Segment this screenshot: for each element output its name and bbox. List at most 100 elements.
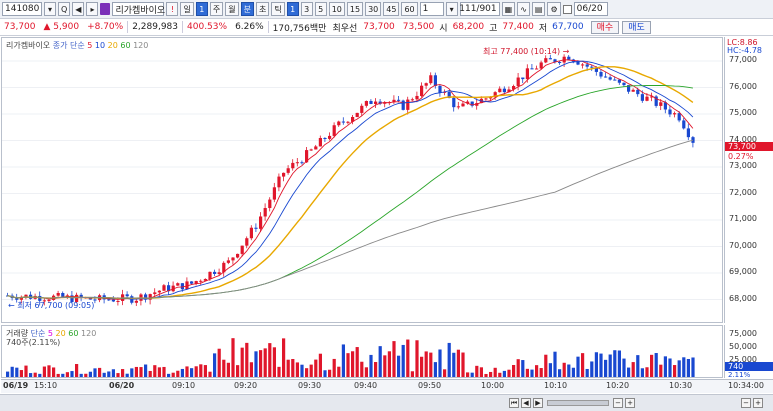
candle [691,137,695,143]
volume-bar [650,354,654,377]
first-page-icon[interactable]: ⏮ [509,398,519,408]
buy-button[interactable]: 매수 [590,20,620,34]
candle [640,94,644,101]
last-price-tag: 73,700 [725,142,773,151]
volume-bar [88,371,92,377]
volume-bar [374,362,378,377]
low-annotation: ← 최저 67,700 (09:05) [8,301,95,310]
time-label: 09:10 [172,381,196,390]
candle [659,102,663,106]
zoom-out-icon[interactable]: − [613,398,623,408]
tab-week[interactable]: 주 [209,2,224,16]
dropdown-icon[interactable]: ▾ [44,2,56,16]
warning-button[interactable]: ! [166,2,179,16]
minute-30-button[interactable]: 30 [365,2,382,16]
minute-15-button[interactable]: 15 [346,2,364,16]
volume-bar [521,360,525,377]
tab-minute[interactable]: 분 [240,2,254,16]
volume-bar [594,352,598,377]
candle [438,85,442,93]
volume-bar [6,371,10,377]
stock-name-field[interactable]: 리가켐바이오 [112,2,165,16]
tab-month[interactable]: 월 [225,2,239,16]
volume-bar [470,372,474,377]
zoom-in-icon[interactable]: + [625,398,635,408]
scroll-track[interactable] [547,400,609,406]
price-chart-pane[interactable]: 리가켐바이오 종가 단순 5 10 20 60 120 최고 77,400 (1… [1,37,723,323]
candle [217,272,221,274]
quote-bar: 73,700 ▲ 5,900 +8.70% 2,289,983 400.53% … [0,19,773,36]
volume-bar [571,367,575,377]
volume-bar [410,371,414,377]
grid-icon[interactable]: ▦ [501,2,516,16]
volume-bar [15,367,19,377]
price-tick: 71,000 [729,214,757,223]
price-tick: 72,000 [729,187,757,197]
scroll-right-icon[interactable]: ▶ [533,398,543,408]
volume-bar [254,351,258,377]
settings-icon[interactable]: ⚙ [547,2,561,16]
volume-bar [263,348,267,377]
low-price: 67,700 [552,22,584,32]
volume-value: 2,289,983 [132,22,179,32]
count-dropdown-icon[interactable]: ▾ [445,2,458,16]
volume-bar [157,367,161,377]
volume-bar [208,371,212,377]
minute-10-button[interactable]: 10 [328,2,345,16]
volume-bar [498,372,502,377]
stock-code-input[interactable]: 141080 [2,2,42,16]
volume-bar [84,373,88,377]
volume-bar [429,352,433,377]
time-axis: 06/19 15:10 06/20 09:10 09:20 09:30 09:40 09:50… [1,379,773,393]
minute-45-button[interactable]: 45 [383,2,400,16]
volume-bar [65,372,69,377]
prev-arrow-icon[interactable]: ◀ [72,2,85,16]
time-label: 10:30 [669,381,693,390]
minute-60-button[interactable]: 60 [401,2,418,16]
volume-bar [383,355,387,377]
volume-bar [268,343,272,377]
candle [208,271,212,280]
time-label: 09:20 [234,381,258,390]
volume-chart-pane[interactable]: 거래량 단순 5 20 60 120 740주(2.11%) [1,325,723,378]
candle [599,71,603,77]
candle [259,216,263,229]
plus-icon[interactable]: + [753,398,763,408]
date-input[interactable]: 06/20 [573,2,608,16]
low-label: 저 [538,23,548,34]
scroll-left-icon[interactable]: ◀ [521,398,531,408]
minute-3-button[interactable]: 3 [300,2,313,16]
volume-bar [677,360,681,377]
period-day-button[interactable]: 일 [180,2,194,16]
candle [116,300,120,302]
volume-bar [456,349,460,377]
search-icon[interactable]: Q [58,2,71,16]
tab-second[interactable]: 초 [255,2,270,16]
chart-icon[interactable]: ▤ [531,2,546,16]
volume-bar [627,367,631,377]
sell-button[interactable]: 매도 [622,20,651,34]
candle [56,293,60,296]
date-checkbox[interactable] [562,4,572,14]
next-arrow-icon[interactable]: ▸ [86,2,99,16]
volume-bar [443,369,447,377]
price-tick: 70,000 [729,240,757,250]
chart-scrollbar[interactable]: ⏮ ◀ ▶ − + − + [0,394,773,411]
volume-bar [355,347,359,377]
link-icon[interactable]: ∿ [517,2,530,16]
candle [282,172,286,177]
volume-bar [70,371,74,377]
volume-bar [259,350,263,377]
candle [153,292,157,295]
minute-5-button[interactable]: 5 [314,2,327,16]
volume-bar [130,368,134,377]
price-tick: 76,000 [729,81,757,91]
count-input[interactable]: 1 [419,2,444,16]
volume-bar [226,362,230,377]
period-num-button[interactable]: 1 [195,2,208,16]
volume-bar [562,362,566,377]
volume-bar [535,365,539,377]
minus-icon[interactable]: − [741,398,751,408]
tab-tick[interactable]: 틱 [271,2,285,16]
minute-1-button[interactable]: 1 [286,2,299,16]
